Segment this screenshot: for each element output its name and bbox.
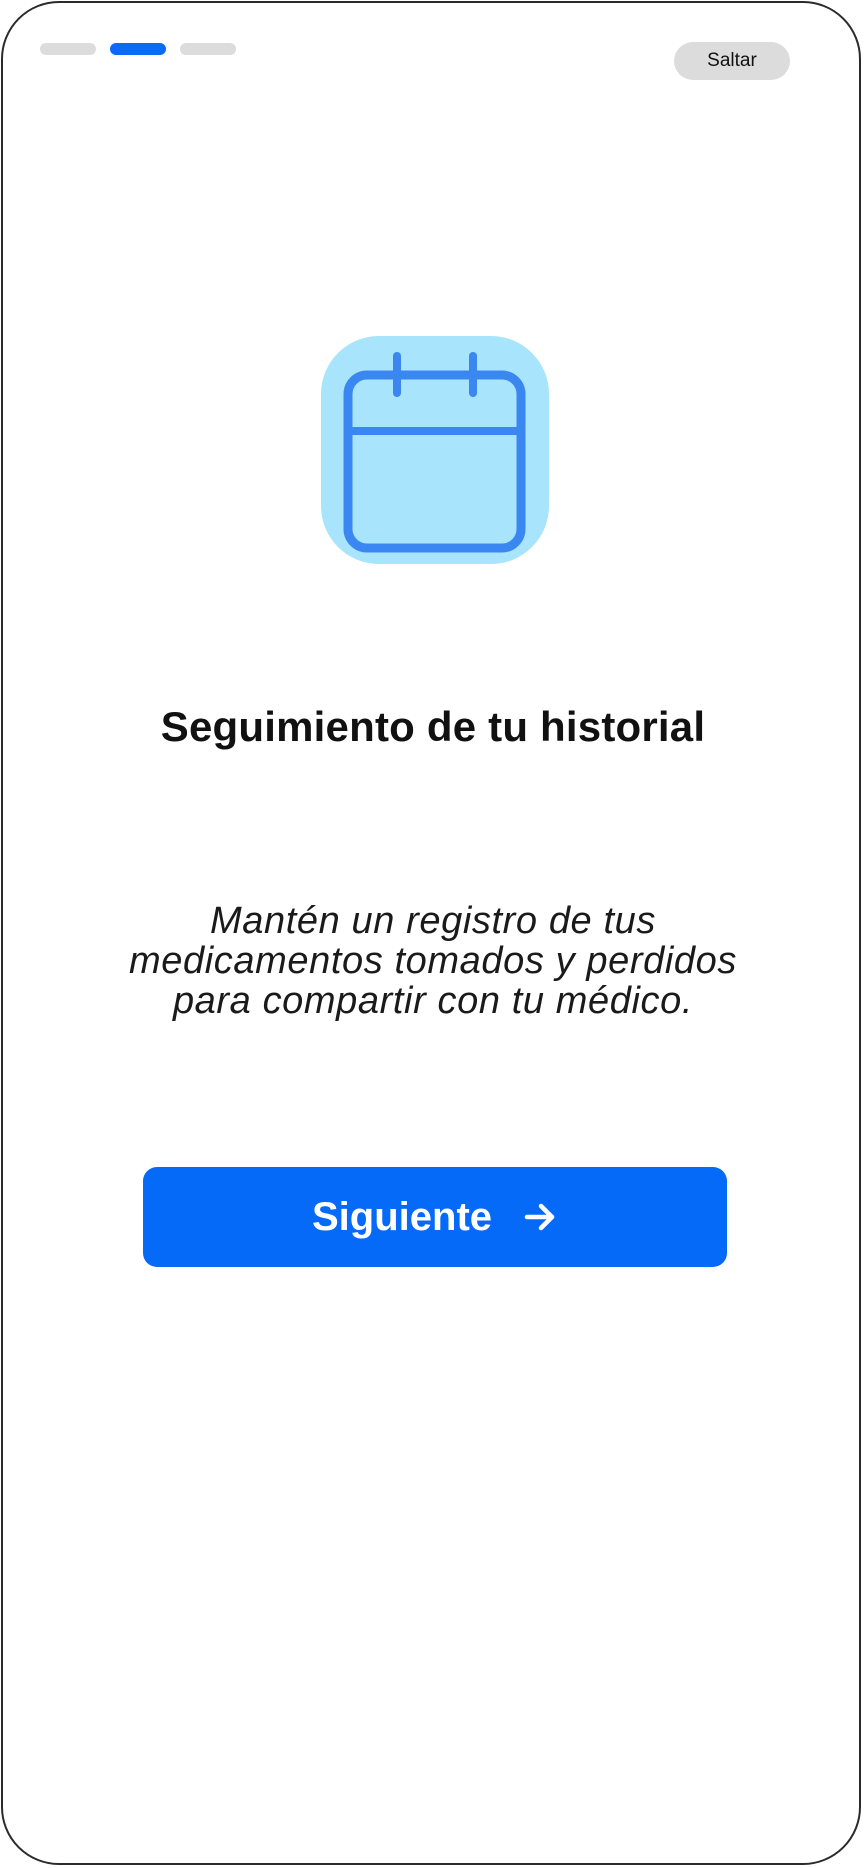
description-line: medicamentos tomados y perdidos [129, 940, 737, 982]
calendar-icon [343, 352, 526, 553]
illustration-tile [321, 336, 549, 564]
phone-frame: Saltar Seguimiento de tu historial Manté… [1, 1, 861, 1865]
onboarding-progress [40, 43, 236, 55]
progress-step-3 [180, 43, 236, 55]
progress-step-2-active [110, 43, 166, 55]
description-line: para compartir con tu médico. [172, 980, 694, 1022]
next-button-label: Siguiente [311, 1194, 493, 1239]
description: Mantén un registro de tus medicamentos t… [93, 901, 773, 1021]
description-line: Mantén un registro de tus [210, 900, 656, 942]
arrow-right-icon [524, 1203, 555, 1231]
page-title: Seguimiento de tu historial [160, 703, 706, 750]
skip-button[interactable]: Saltar [674, 42, 790, 80]
next-button[interactable]: Siguiente [143, 1167, 727, 1267]
progress-step-1 [40, 43, 96, 55]
